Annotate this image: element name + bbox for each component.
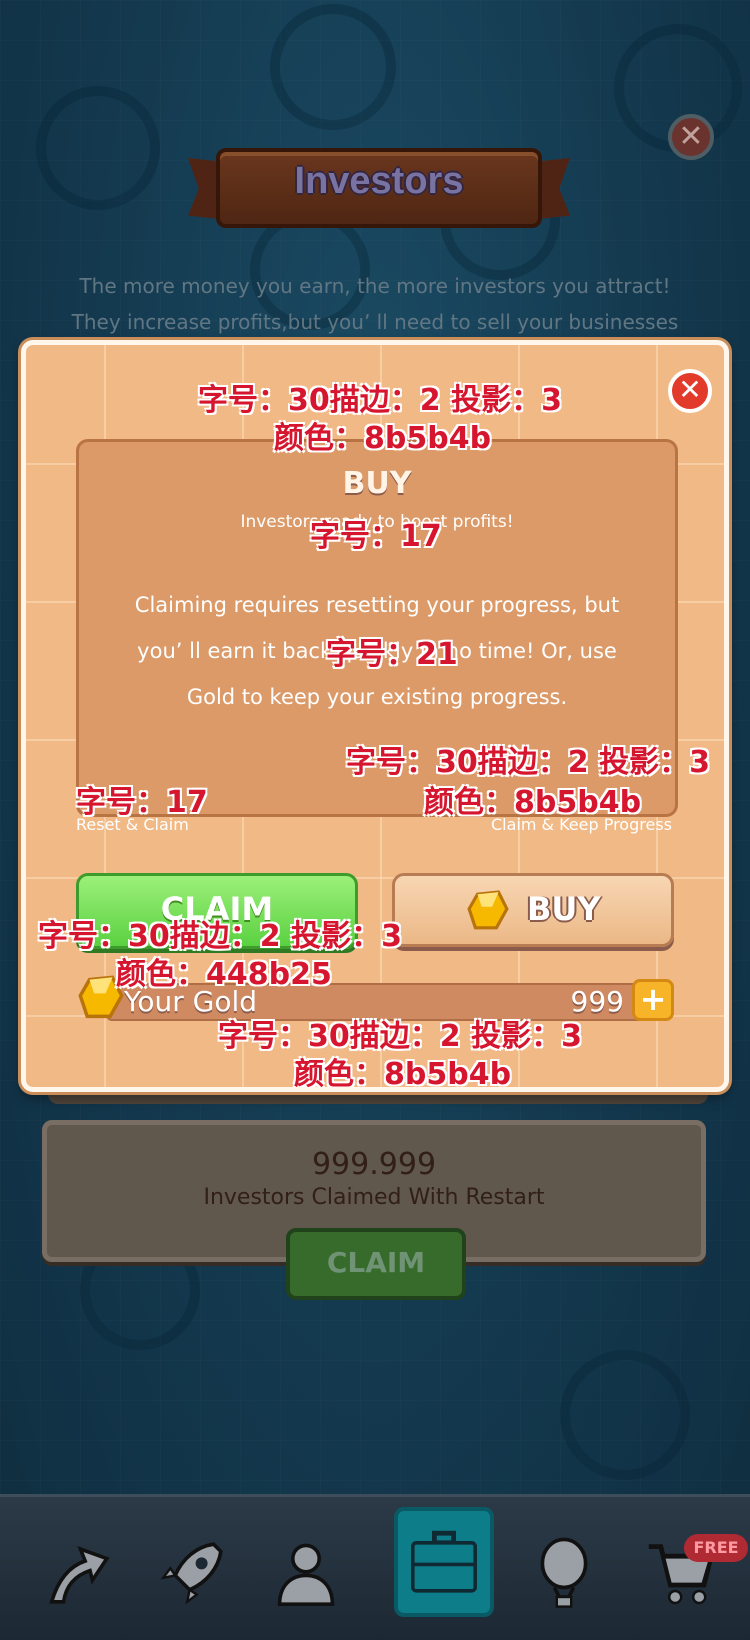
modal-title: BUY (342, 466, 412, 501)
balloon-icon (540, 1537, 588, 1608)
nav-upgrades[interactable] (38, 1533, 118, 1613)
bottom-navigation (0, 1494, 750, 1640)
buy-button-label: BUY (527, 890, 601, 928)
free-badge: FREE (684, 1534, 748, 1562)
add-gold-button[interactable]: + (632, 979, 674, 1021)
nav-managers[interactable] (266, 1533, 346, 1613)
gold-gem-icon (467, 890, 509, 930)
arrow-up-icon (49, 1545, 110, 1604)
annotation-title-color: 颜色：8b5b4b (274, 421, 492, 456)
buy-button[interactable]: BUY (392, 873, 674, 947)
annotation-caption-spec: 字号：17 (76, 785, 208, 820)
plus-icon: + (639, 980, 667, 1018)
close-icon: ✕ (678, 373, 702, 406)
buy-investors-modal: ✕ BUY Investors ready to boost profits! … (21, 340, 729, 1092)
manager-icon (277, 1543, 335, 1606)
annotation-gold-color: 颜色：8b5b4b (294, 1057, 512, 1092)
modal-close-button[interactable]: ✕ (668, 369, 712, 413)
nav-boosts[interactable] (152, 1533, 232, 1613)
annotation-buy-color: 颜色：8b5b4b (424, 785, 642, 820)
nav-events[interactable] (524, 1533, 604, 1613)
annotation-buy-spec: 字号：30描边：2 投影：3 (346, 745, 710, 780)
annotation-body-spec: 字号：21 (326, 637, 458, 672)
nav-investors[interactable] (394, 1507, 494, 1617)
rocket-icon (160, 1542, 223, 1605)
briefcase-icon (411, 1530, 477, 1593)
annotation-subtitle-spec: 字号：17 (310, 519, 442, 554)
annotation-claim-color: 颜色：448b25 (116, 957, 332, 992)
